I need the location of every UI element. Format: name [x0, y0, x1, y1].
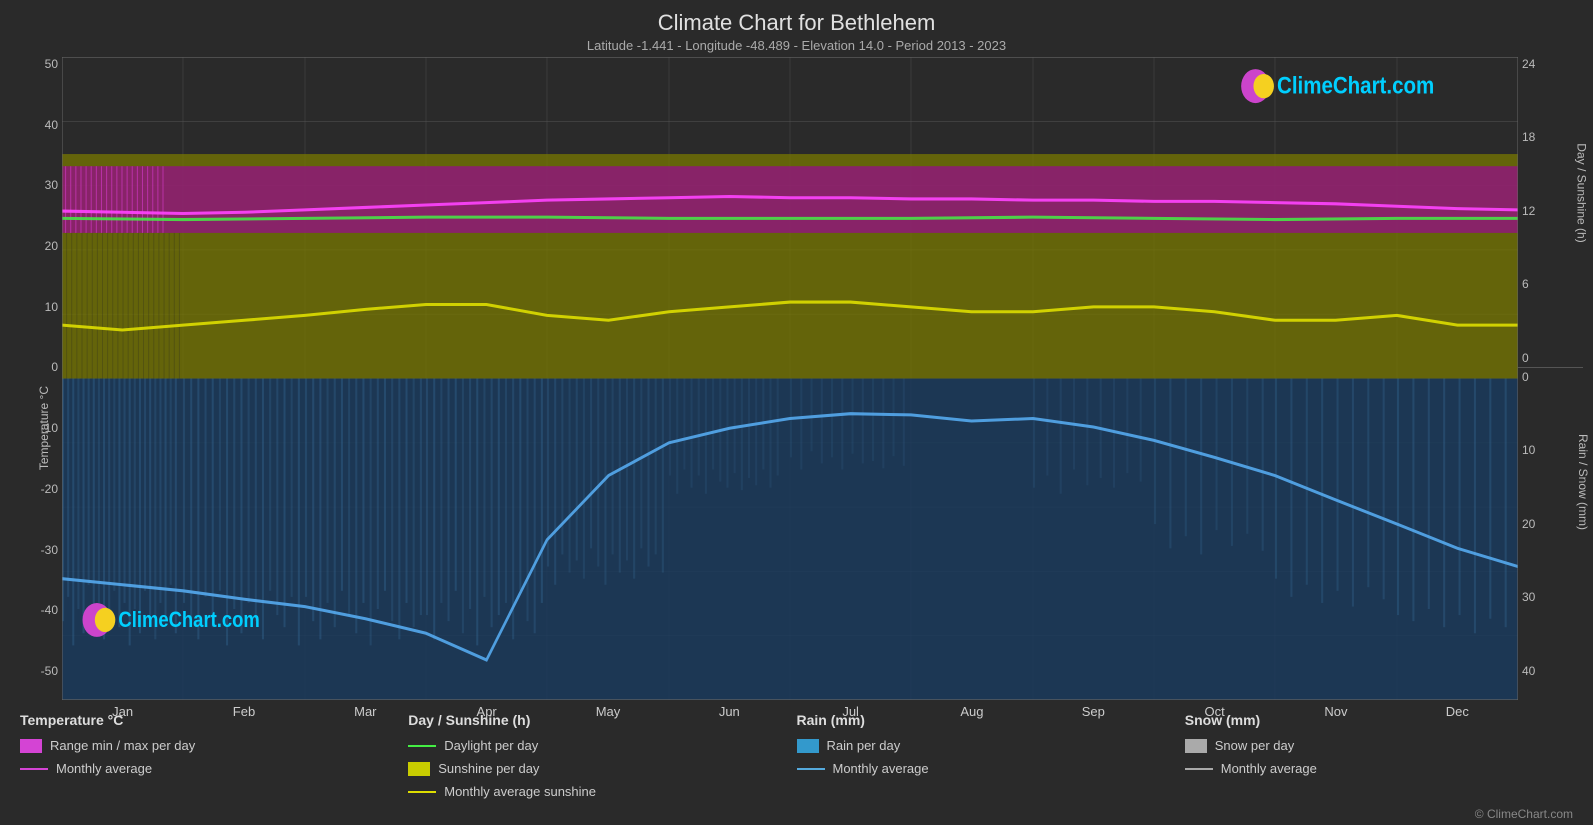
- subtitle: Latitude -1.441 - Longitude -48.489 - El…: [0, 38, 1593, 53]
- legend-item-rain-per-day: Rain per day: [797, 738, 1185, 753]
- y-right-top-label: Day / Sunshine (h): [1574, 143, 1588, 242]
- x-label-feb: Feb: [183, 704, 304, 719]
- legend-item-temp-avg: Monthly average: [20, 761, 408, 776]
- y-tick: -50: [10, 664, 62, 678]
- y-tick: 10: [10, 300, 62, 314]
- x-label-oct: Oct: [1154, 704, 1275, 719]
- legend-label-sunshine-avg: Monthly average sunshine: [444, 784, 596, 799]
- legend-line-rain-avg: [797, 768, 825, 770]
- y-tick: -40: [10, 603, 62, 617]
- y-right-tick: 40: [1518, 664, 1583, 678]
- y-axis-right: 24 18 12 6 0 0 10 20 30 40 Day / Sunshin…: [1518, 57, 1583, 700]
- y-right-tick: 20: [1518, 517, 1583, 531]
- y-right-tick: 12: [1518, 204, 1583, 218]
- legend-label-temp-range: Range min / max per day: [50, 738, 195, 753]
- x-label-jun: Jun: [669, 704, 790, 719]
- y-tick: 30: [10, 178, 62, 192]
- x-label-aug: Aug: [911, 704, 1032, 719]
- legend-item-snow-avg: Monthly average: [1185, 761, 1573, 776]
- legend-item-temp-range: Range min / max per day: [20, 738, 408, 753]
- x-label-mar: Mar: [305, 704, 426, 719]
- y-tick: -10: [10, 421, 62, 435]
- legend-swatch-snow: [1185, 739, 1207, 753]
- x-label-jul: Jul: [790, 704, 911, 719]
- svg-text:ClimeChart.com: ClimeChart.com: [118, 609, 259, 633]
- legend-item-daylight: Daylight per day: [408, 738, 796, 753]
- legend-line-daylight: [408, 745, 436, 747]
- legend-line-snow-avg: [1185, 768, 1213, 770]
- legend-label-snow-per-day: Snow per day: [1215, 738, 1295, 753]
- copyright: © ClimeChart.com: [0, 807, 1593, 825]
- x-label-jan: Jan: [62, 704, 183, 719]
- y-right-tick: 30: [1518, 590, 1583, 604]
- y-tick: 50: [10, 57, 62, 71]
- legend-swatch-sunshine: [408, 762, 430, 776]
- x-label-sep: Sep: [1033, 704, 1154, 719]
- y-tick: 0: [10, 360, 62, 374]
- legend-label-daylight: Daylight per day: [444, 738, 538, 753]
- y-right-tick: 6: [1518, 277, 1583, 291]
- legend-col-sunshine: Day / Sunshine (h) Daylight per day Suns…: [408, 712, 796, 799]
- x-label-dec: Dec: [1397, 704, 1518, 719]
- legend-col-temperature: Temperature °C Range min / max per day M…: [20, 712, 408, 799]
- y-left-label: Temperature °C: [37, 386, 51, 470]
- chart-main: ClimeChart.com ClimeChart.com Jan Feb Ma…: [62, 57, 1518, 700]
- legend-line-sunshine-avg: [408, 791, 436, 793]
- chart-svg: ClimeChart.com ClimeChart.com: [62, 57, 1518, 700]
- y-right-tick: 18: [1518, 130, 1583, 144]
- y-axis-left: Temperature °C 50 40 30 20 10 0 -10 -20 …: [10, 57, 62, 700]
- legend-col-snow: Snow (mm) Snow per day Monthly average: [1185, 712, 1573, 799]
- y-right-tick: 10: [1518, 443, 1583, 457]
- y-right-tick: 0: [1518, 370, 1583, 384]
- title-section: Climate Chart for Bethlehem Latitude -1.…: [0, 10, 1593, 53]
- legend-swatch-temp-range: [20, 739, 42, 753]
- legend-col-rain: Rain (mm) Rain per day Monthly average: [797, 712, 1185, 799]
- legend-label-rain-per-day: Rain per day: [827, 738, 901, 753]
- legend-item-sunshine-avg: Monthly average sunshine: [408, 784, 796, 799]
- legend-label-sunshine-per-day: Sunshine per day: [438, 761, 539, 776]
- legend-label-temp-avg: Monthly average: [56, 761, 152, 776]
- legend-label-rain-avg: Monthly average: [833, 761, 929, 776]
- y-tick: 40: [10, 118, 62, 132]
- legend-swatch-rain: [797, 739, 819, 753]
- x-label-nov: Nov: [1275, 704, 1396, 719]
- legend-item-rain-avg: Monthly average: [797, 761, 1185, 776]
- x-label-apr: Apr: [426, 704, 547, 719]
- legend-label-snow-avg: Monthly average: [1221, 761, 1317, 776]
- x-label-may: May: [547, 704, 668, 719]
- legend-line-temp-avg: [20, 768, 48, 770]
- main-title: Climate Chart for Bethlehem: [0, 10, 1593, 36]
- x-axis: Jan Feb Mar Apr May Jun Jul Aug Sep Oct …: [62, 704, 1518, 719]
- y-tick: 20: [10, 239, 62, 253]
- legend-item-snow-per-day: Snow per day: [1185, 738, 1573, 753]
- y-tick: -20: [10, 482, 62, 496]
- y-right-tick: 24: [1518, 57, 1583, 71]
- legend-item-sunshine-per-day: Sunshine per day: [408, 761, 796, 776]
- y-tick: -30: [10, 543, 62, 557]
- svg-text:ClimeChart.com: ClimeChart.com: [1277, 72, 1434, 99]
- y-right-tick: 0: [1518, 351, 1583, 365]
- y-right-bottom-label: Rain / Snow (mm): [1576, 434, 1590, 530]
- chart-container: Climate Chart for Bethlehem Latitude -1.…: [0, 0, 1593, 825]
